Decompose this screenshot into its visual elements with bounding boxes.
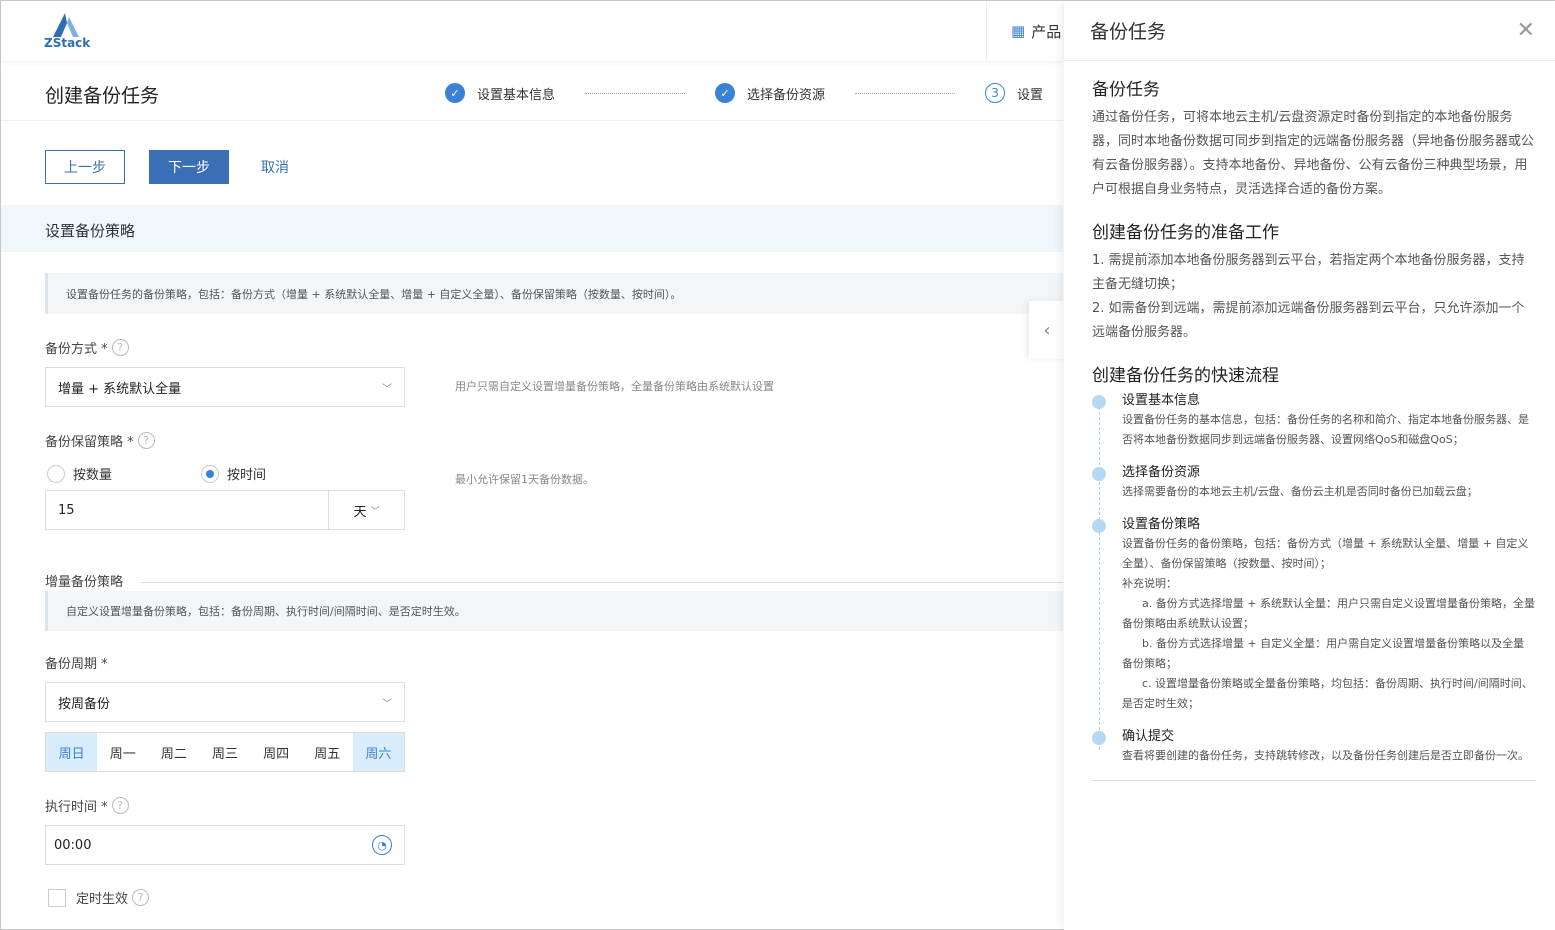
chevron-down-icon: ﹀: [370, 506, 380, 517]
stepper: ✓ 设置基本信息 ✓ 选择备份资源 3 设置: [445, 83, 1043, 103]
day-sun[interactable]: 周日: [46, 733, 98, 771]
grid-icon: ▦: [1011, 22, 1026, 40]
weekday-selector: 周日 周一 周二 周三 周四 周五 周六: [45, 732, 405, 772]
flow-item: 选择备份资源 选择需要备份的本地云主机/云盘、备份云主机是否同时备份已加载云盘；: [1092, 464, 1535, 502]
flow-item: 确认提交 查看将要创建的备份任务，支持跳转修改，以及备份任务创建后是否立即备份一次…: [1092, 728, 1535, 766]
cycle-label: 备份周期 *: [45, 657, 108, 672]
flow-timeline: 设置基本信息 设置备份任务的基本信息，包括：备份任务的名称和简介、指定本地备份服务…: [1092, 392, 1535, 781]
chevron-down-icon: ﹀: [382, 698, 392, 710]
step-1: ✓ 设置基本信息: [445, 83, 555, 103]
close-icon[interactable]: ✕: [1517, 18, 1535, 43]
mode-hint: 用户只需自定义设置增量备份策略，全量备份策略由系统默认设置: [455, 380, 774, 393]
logo-text: ZStack: [44, 36, 91, 50]
mode-label: 备份方式 *?: [45, 338, 129, 357]
help-icon[interactable]: ?: [111, 339, 129, 356]
panel-heading: 备份任务: [1092, 80, 1160, 100]
next-button[interactable]: 下一步: [149, 150, 229, 184]
products-menu[interactable]: ▦ 产品: [986, 1, 1066, 61]
page-title: 创建备份任务: [45, 85, 160, 107]
panel-header: 备份任务 ✕: [1064, 1, 1555, 61]
day-thu[interactable]: 周四: [251, 733, 302, 771]
retention-value-input[interactable]: 15: [45, 490, 329, 530]
day-mon[interactable]: 周一: [97, 733, 148, 771]
cancel-button[interactable]: 取消: [261, 150, 289, 184]
help-icon[interactable]: ?: [132, 889, 150, 906]
help-icon[interactable]: ?: [111, 797, 129, 814]
day-tue[interactable]: 周二: [148, 733, 199, 771]
panel-intro: 通过备份任务，可将本地云主机/云盘资源定时备份到指定的本地备份服务器，同时本地备…: [1092, 110, 1535, 197]
prev-button[interactable]: 上一步: [45, 150, 125, 184]
step-2: ✓ 选择备份资源: [715, 83, 825, 103]
incremental-info: 自定义设置增量备份策略，包括：备份周期、执行时间/间隔时间、是否定时生效。: [45, 591, 1063, 631]
top-bar: [1, 1, 1063, 61]
step-3: 3 设置: [985, 83, 1043, 103]
help-panel: 备份任务 ✕ 备份任务 通过备份任务，可将本地云主机/云盘资源定时备份到指定的本地…: [1064, 1, 1555, 930]
divider: [1, 120, 1063, 121]
panel-heading: 创建备份任务的准备工作: [1092, 223, 1279, 243]
day-wed[interactable]: 周三: [199, 733, 250, 771]
retention-label: 备份保留策略 *?: [45, 431, 155, 450]
mode-select[interactable]: 增量 + 系统默认全量 ﹀: [45, 367, 405, 407]
radio-icon: [47, 464, 65, 483]
chevron-left-icon: ‹: [1043, 319, 1051, 341]
section-title: 设置备份策略: [1, 205, 1063, 252]
day-fri[interactable]: 周五: [302, 733, 353, 771]
collapse-panel-button[interactable]: ‹: [1029, 301, 1065, 359]
retention-unit-select[interactable]: 天 ﹀: [328, 490, 405, 530]
section-info: 设置备份任务的备份策略，包括：备份方式（增量 + 系统默认全量、增量 + 自定义…: [45, 273, 1063, 314]
clock-icon[interactable]: ◔: [372, 835, 392, 855]
prep-list: 1. 需提前添加本地备份服务器到云平台，若指定两个本地备份服务器，支持主备无缝切…: [1092, 253, 1525, 340]
step-connector: [585, 92, 686, 94]
check-icon: ✓: [445, 83, 465, 103]
incremental-title: 增量备份策略: [45, 575, 124, 590]
radio-by-time[interactable]: 按时间: [201, 464, 266, 483]
scheduled-checkbox[interactable]: 定时生效?: [48, 888, 150, 907]
flow-item: 设置基本信息 设置备份任务的基本信息，包括：备份任务的名称和简介、指定本地备份服务…: [1092, 392, 1535, 450]
flow-item: 设置备份策略 设置备份任务的备份策略，包括：备份方式（增量 + 系统默认全量、增…: [1092, 516, 1535, 714]
radio-selected-icon: [201, 464, 219, 483]
retention-hint: 最小允许保留1天备份数据。: [455, 473, 594, 486]
day-sat[interactable]: 周六: [352, 733, 404, 771]
radio-by-count[interactable]: 按数量: [47, 464, 112, 483]
checkbox-icon: [48, 888, 66, 907]
time-input[interactable]: 00:00 ◔: [45, 825, 405, 865]
time-label: 执行时间 *?: [45, 796, 129, 815]
panel-heading: 创建备份任务的快速流程: [1092, 366, 1279, 386]
divider: [141, 582, 1063, 583]
check-icon: ✓: [715, 83, 736, 103]
chevron-down-icon: ﹀: [382, 383, 392, 395]
help-icon[interactable]: ?: [137, 432, 155, 449]
cycle-select[interactable]: 按周备份 ﹀: [45, 682, 405, 722]
step-connector: [855, 92, 956, 94]
